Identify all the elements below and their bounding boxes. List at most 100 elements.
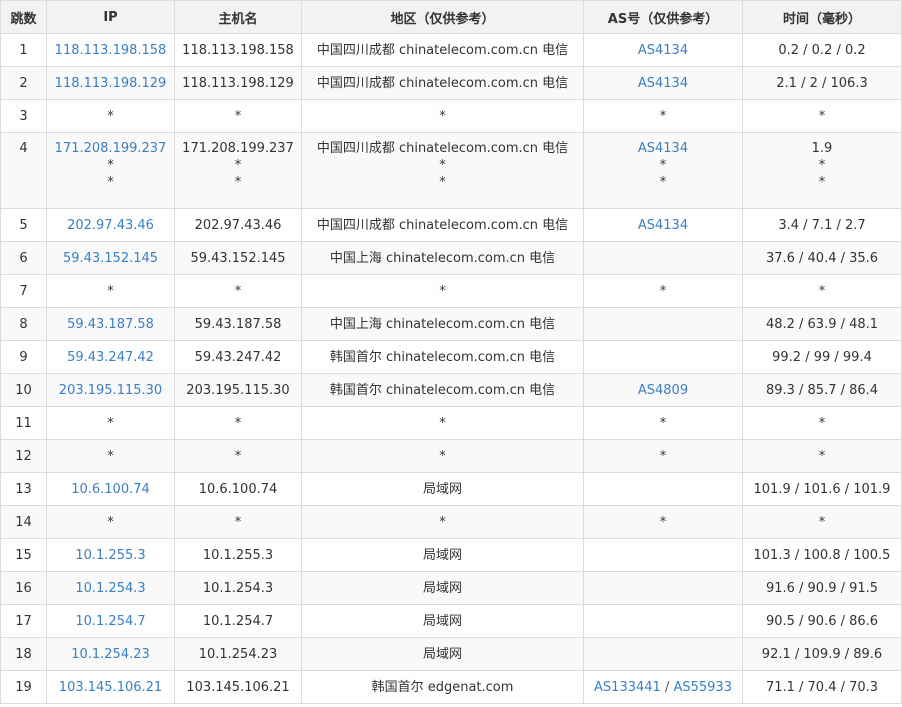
asn-lines: AS4134 — [584, 75, 742, 92]
ip-link[interactable]: 59.43.247.42 — [67, 350, 154, 365]
time-line: * — [818, 514, 826, 530]
hop-cell: 19 — [0, 670, 47, 704]
ip-link[interactable]: 59.43.152.145 — [63, 251, 158, 266]
time-lines: 92.1 / 109.9 / 89.6 — [743, 646, 901, 663]
hostname-lines: 118.113.198.129 — [175, 75, 301, 92]
ip-link[interactable]: 118.113.198.158 — [55, 43, 167, 58]
ip-link[interactable]: 10.1.255.3 — [75, 548, 145, 563]
ip-line: 10.1.255.3 — [47, 547, 174, 564]
region-lines: * — [302, 283, 583, 300]
asn-line: AS4134 — [584, 140, 742, 157]
region-line: 韩国首尔 chinatelecom.com.cn 电信 — [329, 382, 556, 398]
time-line: 2.1 / 2 / 106.3 — [776, 75, 868, 91]
time-cell: 89.3 / 85.7 / 86.4 — [742, 373, 902, 407]
time-lines: 91.6 / 90.9 / 91.5 — [743, 580, 901, 597]
time-cell: 101.3 / 100.8 / 100.5 — [742, 538, 902, 572]
ip-cell: 202.97.43.46 — [46, 208, 175, 242]
ip-link[interactable]: 10.1.254.7 — [75, 614, 145, 629]
hostname-line: 10.1.254.7 — [202, 613, 274, 629]
header-time: 时间（毫秒） — [742, 0, 902, 34]
hostname-line: 10.1.254.3 — [202, 580, 274, 596]
region-line: * — [439, 158, 446, 173]
time-line: * — [818, 158, 826, 173]
region-cell: * — [301, 505, 584, 539]
time-cell: * — [742, 406, 902, 440]
ip-link[interactable]: 10.1.254.23 — [71, 647, 150, 662]
table-body: 1 118.113.198.158 118.113.198.158 中国四川成都 ch… — [0, 33, 902, 704]
region-line: * — [439, 448, 446, 464]
ip-lines: 203.195.115.30 — [47, 382, 174, 399]
time-cell: * — [742, 99, 902, 133]
ip-link[interactable]: 103.145.106.21 — [59, 680, 162, 695]
ip-cell: 59.43.152.145 — [46, 241, 175, 275]
time-cell: 37.6 / 40.4 / 35.6 — [742, 241, 902, 275]
region-line: * — [439, 175, 446, 190]
region-line: 中国四川成都 chinatelecom.com.cn 电信 — [316, 141, 569, 156]
hostname-line: 118.113.198.129 — [182, 75, 294, 91]
ip-lines: 10.6.100.74 — [47, 481, 174, 498]
ip-link[interactable]: 59.43.187.58 — [67, 317, 154, 332]
time-lines: 101.3 / 100.8 / 100.5 — [743, 547, 901, 564]
region-cell: * — [301, 439, 584, 473]
asn-lines: * — [584, 283, 742, 300]
hostname-line: 202.97.43.46 — [194, 217, 282, 233]
header-region: 地区（仅供参考） — [301, 0, 584, 34]
ip-link[interactable]: 171.208.199.237 — [55, 141, 167, 156]
table-row: 11 * * * * * — [0, 406, 902, 440]
ip-cell: 118.113.198.158 — [46, 33, 175, 67]
table-row: 2 118.113.198.129 118.113.198.129 中国四川成都 ch… — [0, 66, 902, 100]
time-cell: * — [742, 439, 902, 473]
hop-cell: 13 — [0, 472, 47, 506]
asn-link[interactable]: AS4134 — [638, 141, 688, 156]
asn-line — [584, 250, 742, 267]
hostname-cell: 171.208.199.237 * * — [174, 132, 302, 209]
hostname-line: * — [234, 175, 242, 190]
time-line: 37.6 / 40.4 / 35.6 — [765, 250, 879, 266]
time-lines: * — [743, 448, 901, 465]
ip-link[interactable]: 10.1.254.3 — [75, 581, 145, 596]
hostname-line: * — [234, 283, 242, 299]
hostname-lines: 171.208.199.237 * * — [175, 140, 301, 191]
ip-link[interactable]: 10.6.100.74 — [71, 482, 150, 497]
asn-link[interactable]: AS4134 — [638, 218, 688, 233]
hostname-cell: 59.43.247.42 — [174, 340, 302, 374]
region-line: 局域网 — [422, 580, 462, 596]
ip-lines: 202.97.43.46 — [47, 217, 174, 234]
hop-cell: 14 — [0, 505, 47, 539]
ip-cell: * — [46, 406, 175, 440]
region-lines: * — [302, 108, 583, 125]
asn-link[interactable]: AS4134 — [638, 43, 688, 58]
ip-cell: 171.208.199.237 * * — [46, 132, 175, 209]
asn-line: AS4134 — [584, 42, 742, 59]
ip-link[interactable]: 118.113.198.129 — [55, 76, 167, 91]
hop-cell: 16 — [0, 571, 47, 605]
table-row: 18 10.1.254.23 10.1.254.23 局域网 92.1 / 109.9 … — [0, 637, 902, 671]
hostname-cell: * — [174, 406, 302, 440]
asn-lines — [584, 547, 742, 564]
asn-line: * — [584, 157, 742, 174]
hostname-lines: 59.43.187.58 — [175, 316, 301, 333]
hop-cell: 8 — [0, 307, 47, 341]
asn-link[interactable]: AS4809 — [638, 383, 688, 398]
time-cell: 71.1 / 70.4 / 70.3 — [742, 670, 902, 704]
time-lines: 3.4 / 7.1 / 2.7 — [743, 217, 901, 234]
asn-link[interactable]: AS133441 — [594, 680, 661, 695]
asn-link[interactable]: AS55933 — [673, 680, 732, 695]
ip-lines: * — [47, 448, 174, 465]
ip-link[interactable]: 203.195.115.30 — [59, 383, 162, 398]
ip-link[interactable]: 202.97.43.46 — [67, 218, 154, 233]
region-line: 韩国首尔 chinatelecom.com.cn 电信 — [329, 349, 556, 365]
time-cell: 90.5 / 90.6 / 86.6 — [742, 604, 902, 638]
hostname-cell: 10.1.254.7 — [174, 604, 302, 638]
ip-line: 10.1.254.23 — [47, 646, 174, 663]
asn-separator: / — [660, 679, 674, 695]
hostname-line: 10.6.100.74 — [198, 481, 278, 497]
asn-cell: AS4134 * * — [583, 132, 743, 209]
asn-line — [584, 613, 742, 630]
asn-lines — [584, 613, 742, 630]
asn-cell — [583, 637, 743, 671]
asn-link[interactable]: AS4134 — [638, 76, 688, 91]
region-line: 中国四川成都 chinatelecom.com.cn 电信 — [316, 42, 569, 58]
region-lines: 中国上海 chinatelecom.com.cn 电信 — [302, 250, 583, 267]
ip-line: 203.195.115.30 — [47, 382, 174, 399]
